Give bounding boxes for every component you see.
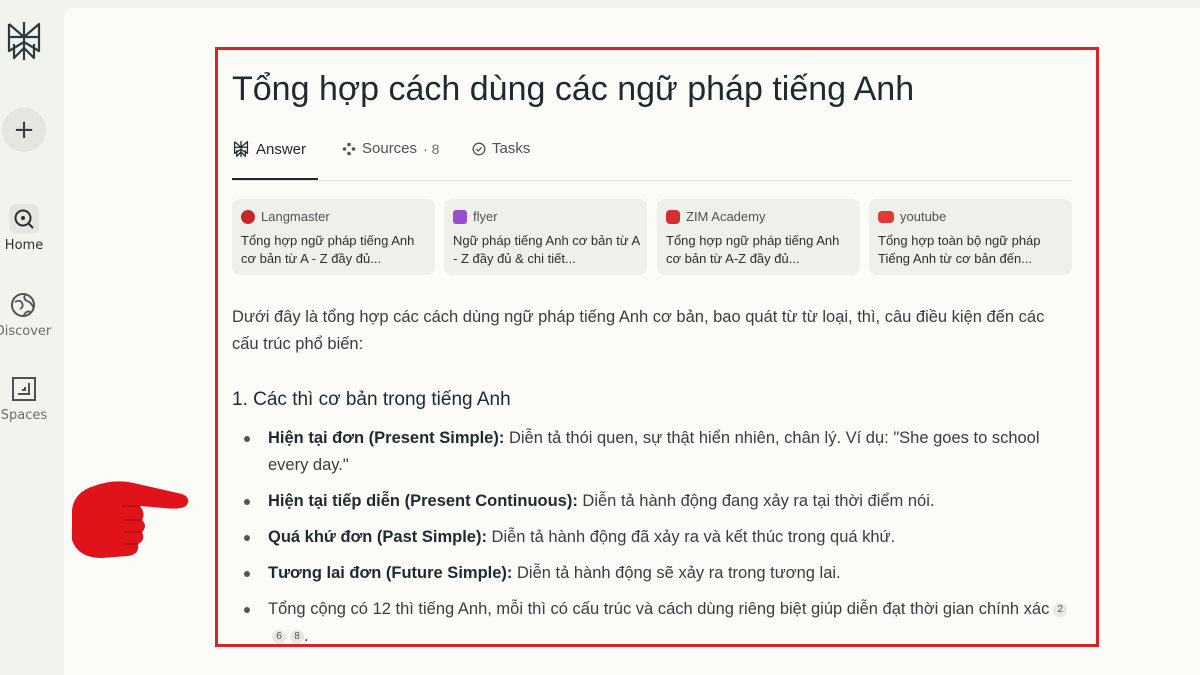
perplexity-logo-icon[interactable] <box>6 20 42 62</box>
nav-home-label: Home <box>4 238 44 253</box>
home-search-icon <box>9 204 39 234</box>
nav-discover[interactable]: Discover <box>0 290 56 339</box>
highlight-frame <box>215 47 1099 647</box>
nav-home[interactable]: Home <box>0 204 48 253</box>
nav-spaces-label: Spaces <box>0 408 48 423</box>
new-thread-button[interactable]: + <box>2 108 46 152</box>
spaces-icon <box>12 377 36 401</box>
sidebar: + Home Discover Spaces <box>0 0 64 675</box>
nav-discover-label: Discover <box>0 324 52 339</box>
globe-icon <box>11 293 35 317</box>
pointing-hand-icon <box>72 481 189 558</box>
nav-spaces[interactable]: Spaces <box>0 374 54 423</box>
